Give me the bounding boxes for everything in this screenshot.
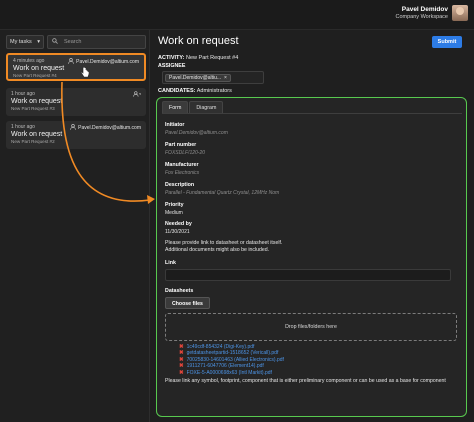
user-name: Pavel Demidov bbox=[401, 6, 448, 13]
form-body: Initiator Pavel.Demidov@altium.com Part … bbox=[162, 113, 462, 413]
avatar[interactable] bbox=[452, 5, 468, 21]
task-title: Work on request bbox=[13, 65, 65, 72]
submit-button[interactable]: Submit bbox=[432, 36, 462, 48]
part-number-value: FOXSDLF/120-20 bbox=[165, 150, 206, 156]
close-icon[interactable]: × bbox=[224, 75, 227, 81]
description-label: Description bbox=[165, 182, 195, 188]
file-name[interactable]: FOXE-5-A0000698x63 (Intl Markit).pdf bbox=[187, 370, 272, 376]
unassigned-user-icon bbox=[133, 91, 142, 99]
activity-value: New Part Request #4 bbox=[186, 55, 239, 61]
assignee-chip-text: Pavel.Demidov@altiu... bbox=[169, 75, 222, 81]
choose-files-button[interactable]: Choose files bbox=[165, 297, 210, 309]
user-icon bbox=[70, 124, 76, 132]
search-placeholder: Search bbox=[64, 39, 82, 45]
top-bar: Pavel Demidov Company Workspace bbox=[0, 0, 474, 30]
priority-value: Medium bbox=[165, 210, 183, 216]
task-item[interactable]: 1 hour ago Work on request New Part Requ… bbox=[6, 121, 146, 149]
instructions-text: Please provide link to datasheet or data… bbox=[165, 240, 459, 254]
task-item[interactable]: 1 hour ago Work on request New Part Requ… bbox=[6, 88, 146, 116]
initiator-label: Initiator bbox=[165, 122, 185, 128]
instructions-line-2: Additional documents might also be inclu… bbox=[165, 247, 270, 253]
task-time: 1 hour ago bbox=[11, 91, 35, 97]
form-panel: Form Diagram Initiator Pavel.Demidov@alt… bbox=[156, 97, 467, 417]
remove-file-icon[interactable]: ✖ bbox=[179, 370, 184, 376]
task-assignee: Pavel.Demidov@altium.com bbox=[68, 58, 139, 66]
task-filter-label: My tasks bbox=[10, 39, 32, 45]
search-input[interactable]: Search bbox=[47, 35, 146, 49]
manufacturer-value: Fox Electronics bbox=[165, 170, 200, 176]
filter-row: My tasks ▾ Search bbox=[6, 35, 146, 49]
user-info[interactable]: Pavel Demidov Company Workspace bbox=[396, 6, 448, 20]
task-title: Work on request bbox=[11, 131, 63, 138]
candidates-value: Administrators bbox=[196, 88, 232, 94]
assignee-field[interactable]: Pavel.Demidov@altiu... × bbox=[162, 71, 264, 84]
task-item[interactable]: 4 minutes ago Work on request New Part R… bbox=[6, 53, 146, 81]
link-label: Link bbox=[165, 260, 176, 266]
tab-form[interactable]: Form bbox=[162, 101, 189, 113]
candidates-label: CANDIDATES: bbox=[158, 88, 196, 94]
assignee-heading: ASSIGNEE bbox=[158, 63, 186, 69]
component-note: Please link any symbol, footprint, compo… bbox=[165, 378, 446, 385]
datasheets-label: Datasheets bbox=[165, 288, 194, 294]
description-value: Parallel - Fundamental Quartz Crystal, 1… bbox=[165, 190, 280, 196]
page-title: Work on request bbox=[158, 35, 239, 47]
file-drop-zone[interactable]: Drop files/folders here bbox=[165, 313, 457, 341]
task-assignee-email: Pavel.Demidov@altium.com bbox=[78, 125, 141, 131]
task-detail-panel: Work on request Submit ACTIVITY: New Par… bbox=[150, 30, 474, 422]
part-number-label: Part number bbox=[165, 142, 197, 148]
activity-line: ACTIVITY: New Part Request #4 bbox=[158, 55, 238, 61]
needed-by-label: Needed by bbox=[165, 221, 192, 227]
chevron-down-icon: ▾ bbox=[37, 39, 40, 45]
priority-label: Priority bbox=[165, 202, 184, 208]
candidates-line: CANDIDATES: Administrators bbox=[158, 88, 232, 94]
instructions-line-1: Please provide link to datasheet or data… bbox=[165, 240, 283, 246]
needed-by-value: 11/30/2021 bbox=[165, 229, 190, 235]
task-subtitle: New Part Request #4 bbox=[13, 73, 57, 78]
link-input[interactable] bbox=[165, 269, 451, 281]
form-tabs: Form Diagram bbox=[162, 101, 224, 113]
assignee-chip: Pavel.Demidov@altiu... × bbox=[165, 74, 231, 82]
activity-label: ACTIVITY: bbox=[158, 55, 185, 61]
task-subtitle: New Part Request #3 bbox=[11, 106, 55, 111]
task-title: Work on request bbox=[11, 98, 63, 105]
search-icon bbox=[52, 38, 58, 46]
tab-diagram[interactable]: Diagram bbox=[189, 101, 224, 113]
task-filter-dropdown[interactable]: My tasks ▾ bbox=[6, 35, 44, 49]
task-subtitle: New Part Request #2 bbox=[11, 139, 55, 144]
file-list: ✖ 1c49cdf-854324 (Digi-Key).pdf ✖ getdatas… bbox=[165, 344, 459, 376]
task-list-panel: My tasks ▾ Search 4 minutes ago Work on … bbox=[0, 30, 150, 422]
task-assignee: Pavel.Demidov@altium.com bbox=[70, 124, 141, 132]
user-icon bbox=[68, 58, 74, 66]
workspace-name: Company Workspace bbox=[395, 14, 448, 20]
task-assignee[interactable] bbox=[133, 91, 142, 99]
initiator-value: Pavel.Demidov@altium.com bbox=[165, 130, 228, 136]
file-item[interactable]: ✖ FOXE-5-A0000698x63 (Intl Markit).pdf bbox=[179, 370, 459, 376]
task-assignee-email: Pavel.Demidov@altium.com bbox=[76, 59, 139, 65]
hand-cursor-icon bbox=[80, 67, 89, 78]
manufacturer-label: Manufacturer bbox=[165, 162, 199, 168]
